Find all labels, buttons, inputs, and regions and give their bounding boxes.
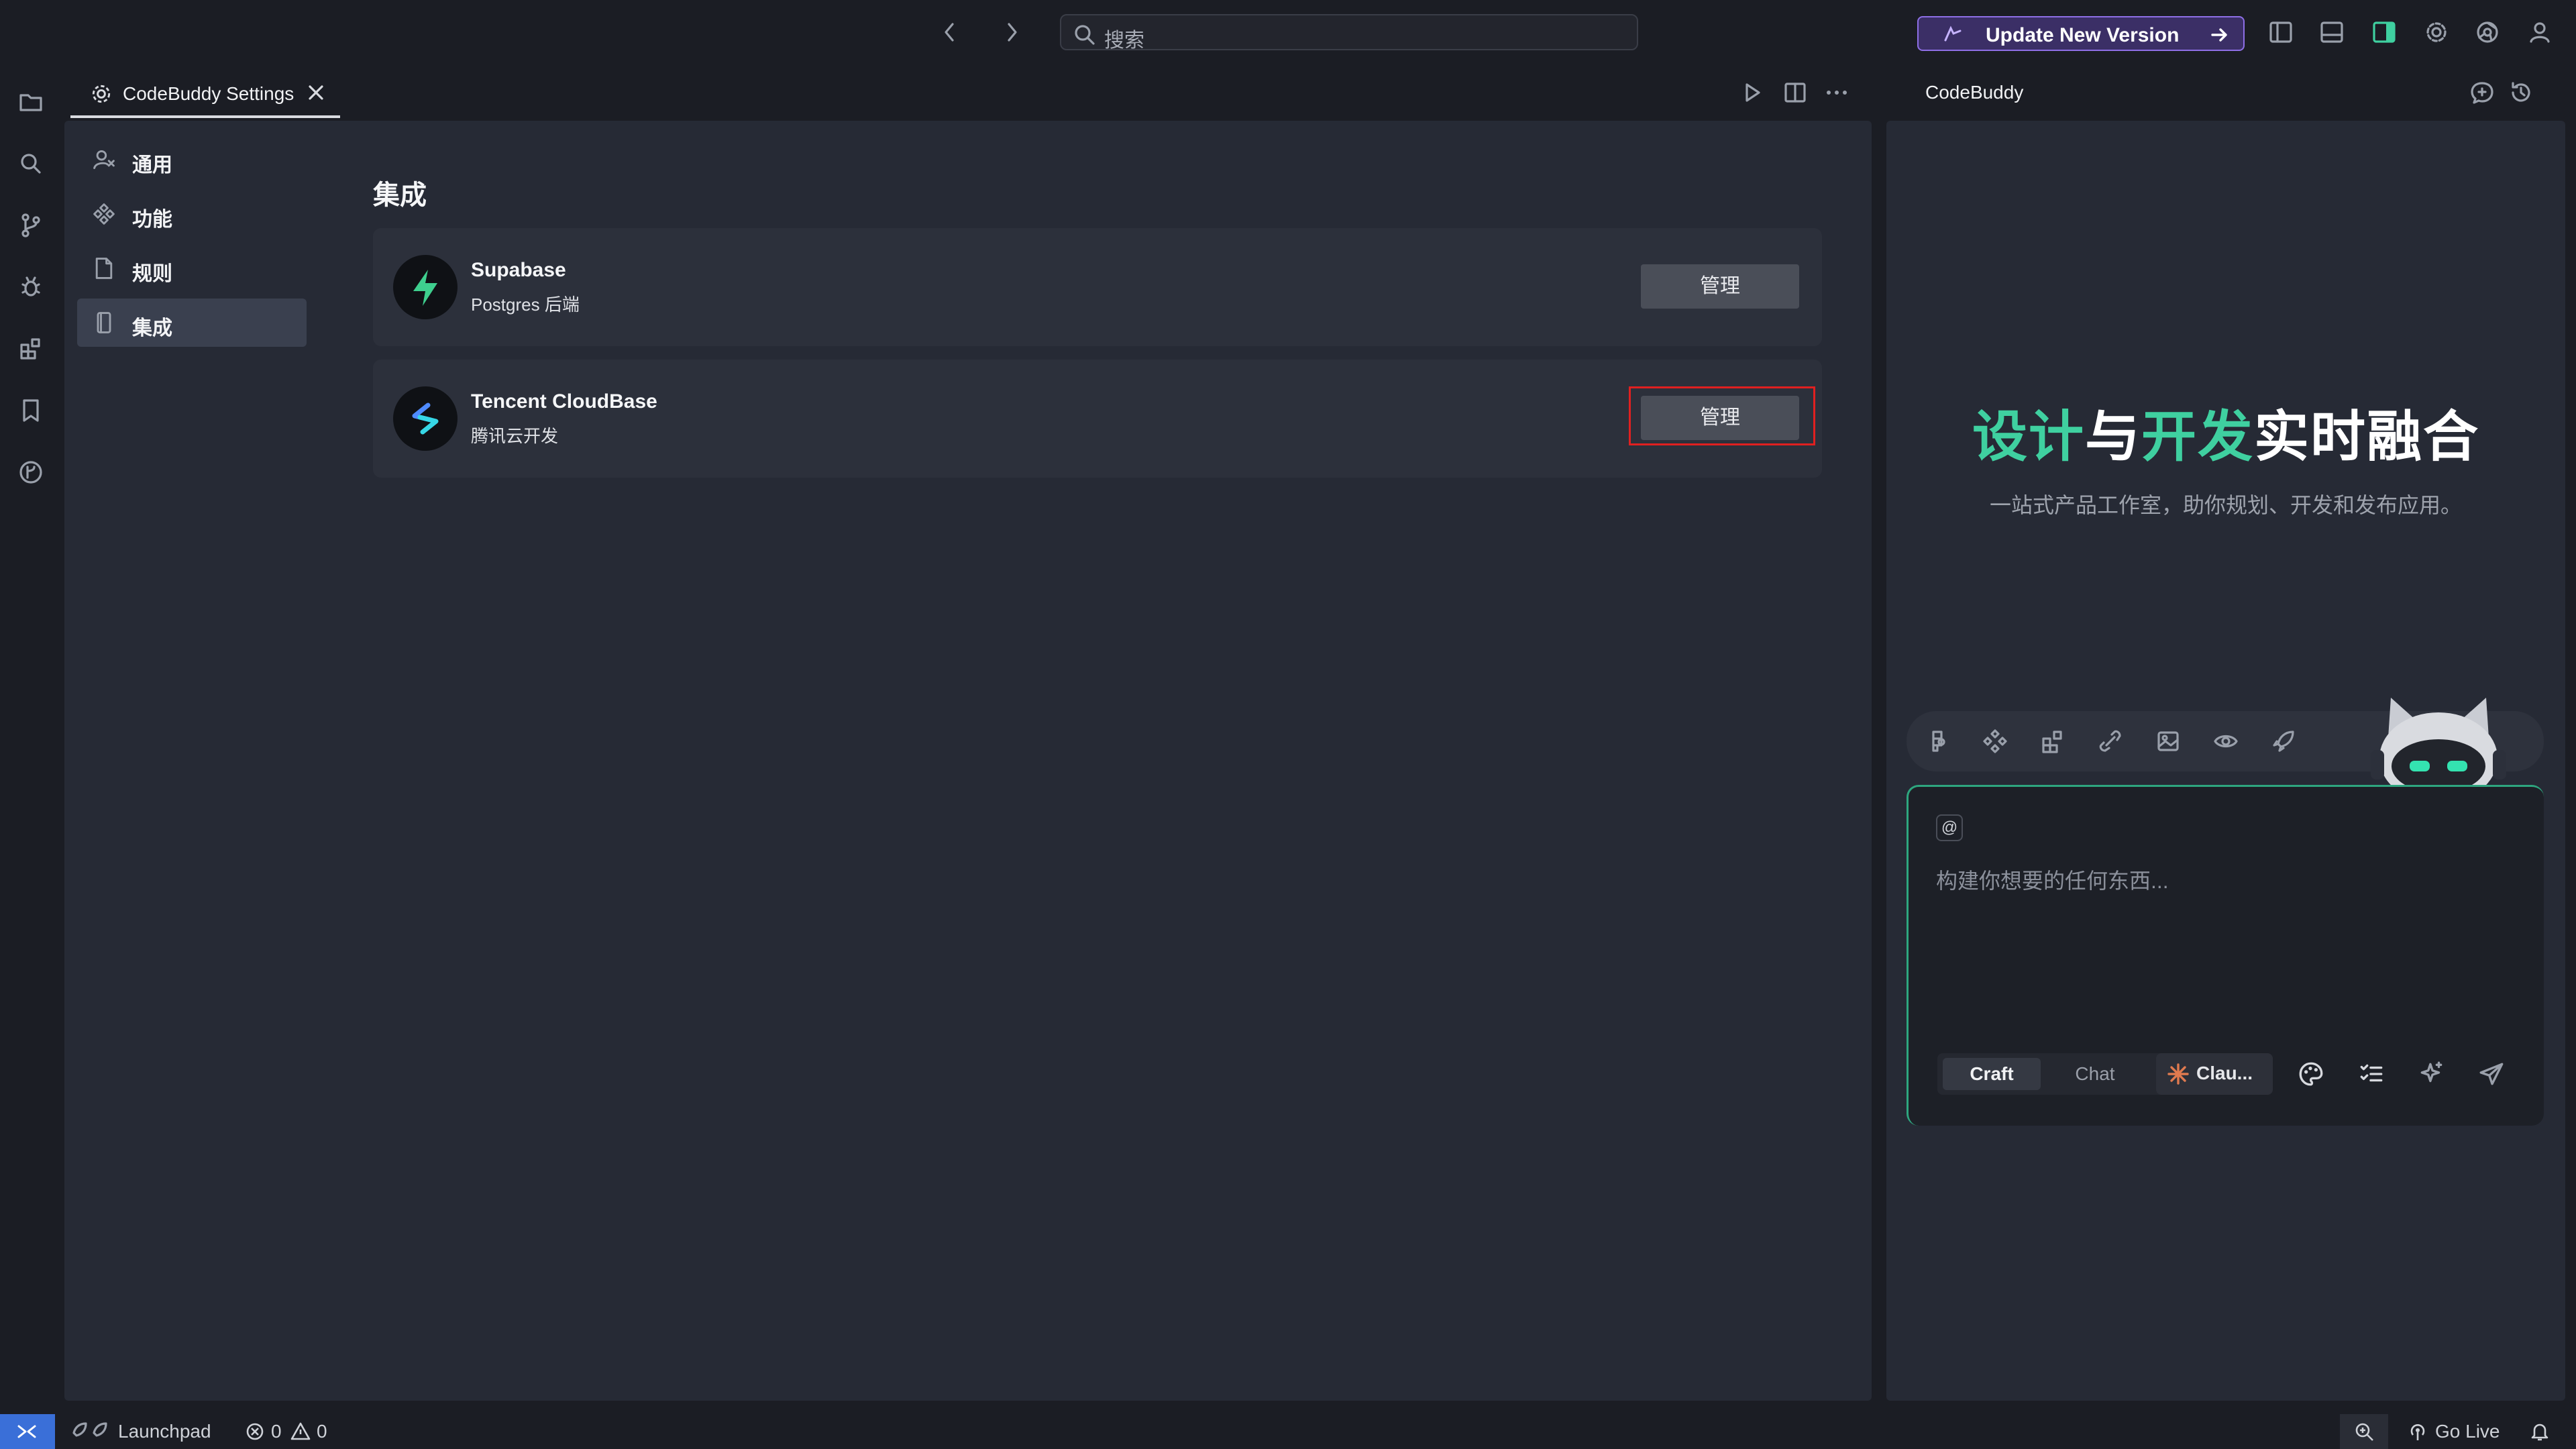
settings-nav-features[interactable]: 功能 — [77, 190, 307, 238]
gear-icon — [89, 82, 113, 106]
search-icon — [1073, 23, 1096, 46]
image-icon[interactable] — [2155, 728, 2182, 755]
error-count[interactable]: 0 — [271, 1421, 282, 1442]
back-arrow-icon[interactable] — [938, 19, 962, 46]
rocket-icon[interactable] — [2270, 728, 2297, 755]
account-icon[interactable] — [2526, 19, 2553, 46]
integration-name: Supabase — [471, 259, 566, 281]
right-panel-title: CodeBuddy — [1925, 82, 2024, 103]
integration-description: Postgres 后端 — [471, 294, 580, 315]
warning-count[interactable]: 0 — [317, 1421, 327, 1442]
manage-button[interactable]: 管理 — [1641, 264, 1799, 309]
nav-label: 通用 — [132, 154, 172, 176]
source-control-icon[interactable] — [17, 212, 44, 239]
split-editor-icon[interactable] — [1782, 79, 1809, 106]
user-settings-icon — [92, 148, 116, 172]
toggle-secondary-sidebar-icon[interactable] — [2371, 19, 2398, 46]
git-graph-icon[interactable] — [17, 459, 44, 486]
arrow-right-icon — [2210, 25, 2230, 45]
cloudbase-logo-icon — [393, 386, 458, 451]
toggle-sidebar-icon[interactable] — [2267, 19, 2294, 46]
zoom-in-icon — [2353, 1421, 2376, 1444]
figma-icon[interactable] — [1924, 728, 1951, 755]
task-list-icon[interactable] — [2357, 1060, 2385, 1088]
debug-icon[interactable] — [17, 274, 44, 301]
search-icon[interactable] — [17, 150, 44, 177]
explorer-icon[interactable] — [17, 89, 44, 115]
update-version-label: Update New Version — [1986, 24, 2180, 46]
zoom-button[interactable] — [2340, 1414, 2388, 1449]
settings-nav-general[interactable]: 通用 — [77, 136, 307, 184]
integration-name: Tencent CloudBase — [471, 390, 657, 413]
nav-label: 规则 — [132, 263, 172, 285]
bookmark-icon[interactable] — [17, 397, 44, 424]
mention-button[interactable]: @ — [1936, 814, 1963, 841]
broadcast-icon — [2407, 1421, 2428, 1442]
mascot-robot-icon — [2368, 691, 2509, 785]
integration-icon — [92, 311, 116, 335]
settings-nav-integrations[interactable]: 集成 — [77, 299, 307, 347]
tab-label: CodeBuddy Settings — [123, 83, 294, 104]
sparkle-icon — [1941, 24, 1964, 44]
integration-card-tencent-cloudbase: Tencent CloudBase 腾讯云开发 管理 — [373, 360, 1822, 478]
claude-logo-icon — [2167, 1063, 2190, 1085]
send-icon[interactable] — [2478, 1060, 2506, 1088]
model-label: Clau... — [2196, 1063, 2253, 1083]
launchpad-button[interactable]: Launchpad — [118, 1421, 211, 1442]
component-icon[interactable] — [1982, 728, 2008, 755]
nav-label: 功能 — [132, 209, 172, 231]
run-icon[interactable] — [1739, 79, 1766, 106]
bell-icon[interactable] — [2529, 1421, 2551, 1442]
close-icon[interactable] — [304, 80, 328, 105]
extensions-icon[interactable] — [17, 335, 44, 362]
tab-codebuddy-settings[interactable]: CodeBuddy Settings — [70, 72, 340, 118]
history-icon[interactable] — [2508, 79, 2534, 106]
search-placeholder: 搜索 — [1104, 30, 1144, 52]
hero-title: 设计与开发实时融合 — [1886, 392, 2565, 472]
feature-icon — [92, 202, 116, 226]
browser-icon[interactable] — [2474, 19, 2501, 46]
supabase-logo-icon — [393, 255, 458, 319]
integration-card-supabase: Supabase Postgres 后端 管理 — [373, 228, 1822, 346]
preview-eye-icon[interactable] — [2212, 728, 2239, 755]
link-icon[interactable] — [2097, 728, 2124, 755]
activity-bar — [0, 67, 62, 1401]
hero-title-part: 与 — [2084, 407, 2141, 468]
warning-icon — [290, 1421, 311, 1442]
hero-title-part: 设计 — [1972, 407, 2085, 468]
model-select[interactable]: Clau... — [2156, 1053, 2273, 1095]
enhance-sparkle-icon[interactable] — [2418, 1060, 2446, 1088]
mode-chat-button[interactable]: Chat — [2046, 1058, 2144, 1090]
mode-craft-button[interactable]: Craft — [1943, 1058, 2041, 1090]
status-bar — [0, 1414, 2576, 1449]
update-version-button[interactable]: Update New Version — [1917, 16, 2245, 51]
hero-title-part: 开发 — [2141, 407, 2255, 468]
highlight-box — [1629, 386, 1815, 445]
file-icon — [92, 256, 116, 280]
remote-icon — [15, 1421, 39, 1442]
gear-icon[interactable] — [2423, 19, 2450, 46]
remote-indicator[interactable] — [0, 1414, 55, 1449]
hero-title-part: 实时融合 — [2254, 407, 2480, 468]
blocks-icon[interactable] — [2039, 728, 2066, 755]
new-chat-icon[interactable] — [2469, 79, 2496, 106]
toggle-panel-icon[interactable] — [2318, 19, 2345, 46]
more-actions-icon[interactable] — [1823, 79, 1850, 106]
settings-nav-rules[interactable]: 规则 — [77, 244, 307, 292]
palette-icon[interactable] — [2297, 1060, 2325, 1088]
rocket-icon — [67, 1419, 110, 1444]
nav-label: 集成 — [132, 317, 172, 339]
error-icon — [244, 1421, 266, 1442]
section-title: 集成 — [373, 180, 427, 210]
search-input[interactable]: 搜索 — [1060, 14, 1638, 52]
go-live-button[interactable]: Go Live — [2435, 1421, 2500, 1442]
integration-description: 腾讯云开发 — [471, 426, 559, 446]
composer-placeholder: 构建你想要的任何东西... — [1936, 869, 2169, 893]
forward-arrow-icon[interactable] — [1000, 19, 1024, 46]
hero-subtitle: 一站式产品工作室，助你规划、开发和发布应用。 — [1989, 493, 2462, 517]
